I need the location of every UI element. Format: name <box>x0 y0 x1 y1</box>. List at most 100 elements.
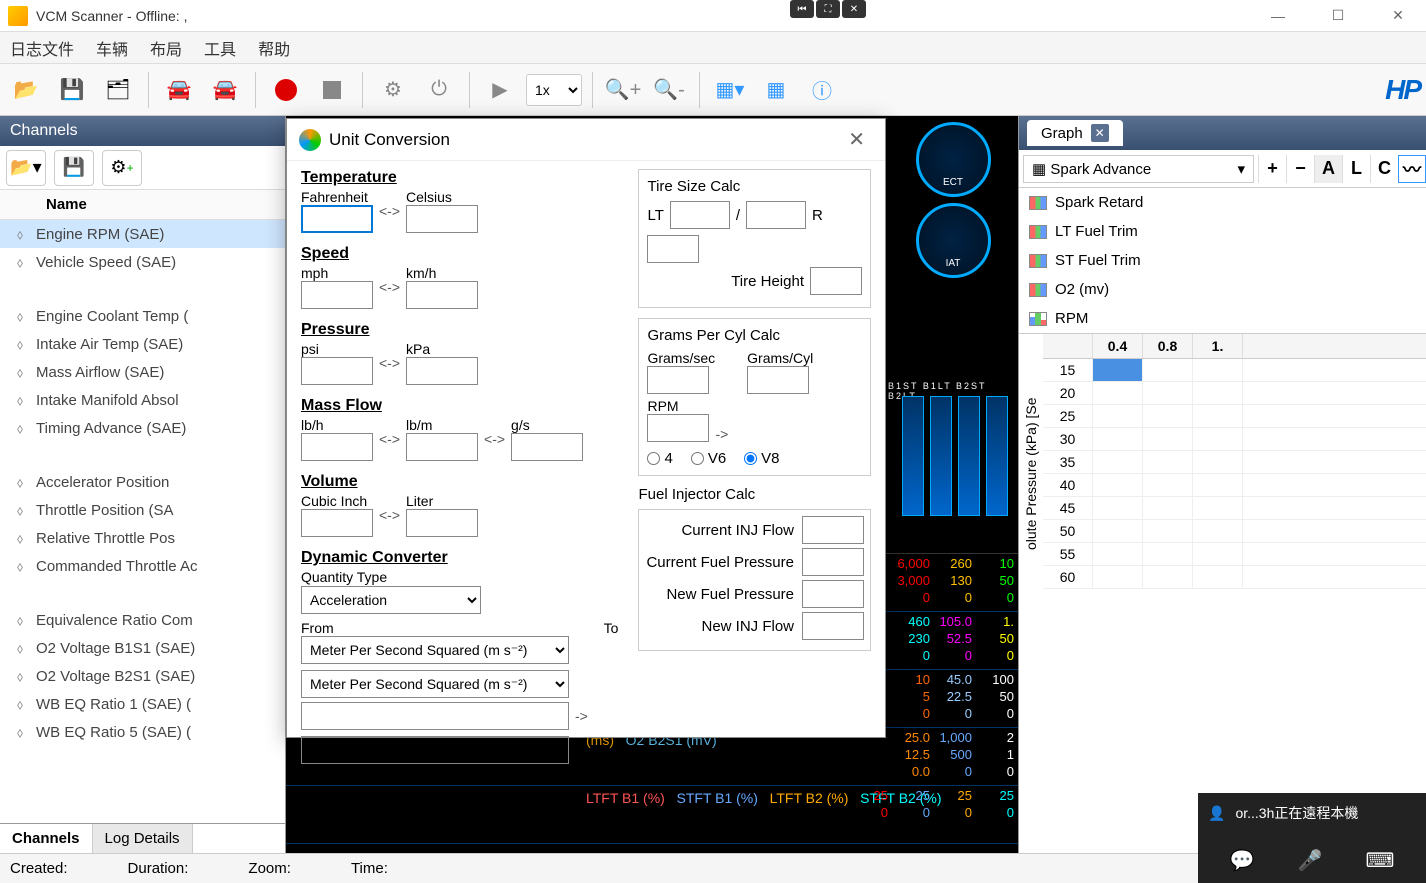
dialog-close-button[interactable]: ✕ <box>840 127 873 152</box>
layout-button-1[interactable]: ▦▾ <box>710 70 750 110</box>
layout-button-2[interactable]: ▦ <box>756 70 796 110</box>
grid-cell[interactable] <box>1193 497 1243 519</box>
grid-cell[interactable] <box>1093 359 1143 381</box>
grid-cell[interactable] <box>1093 543 1143 565</box>
kmh-input[interactable] <box>406 281 478 309</box>
new-fuel-pressure-input[interactable] <box>802 580 864 608</box>
channel-item[interactable]: ⬨O2 Voltage B1S1 (SAE) <box>0 634 285 662</box>
grid-cell[interactable]: 45 <box>1043 497 1093 519</box>
channel-item[interactable]: ⬨Engine RPM (SAE) <box>0 220 285 248</box>
mic-icon[interactable]: 🎤 <box>1298 848 1323 873</box>
channel-item[interactable]: ⬨Equivalence Ratio Com <box>0 606 285 634</box>
grid-col-header[interactable]: 0.8 <box>1143 334 1193 358</box>
overlay-btn-3[interactable]: ✕ <box>842 0 866 18</box>
channel-item[interactable]: ⬨Intake Manifold Absol <box>0 386 285 414</box>
channel-item[interactable]: ⬨Accelerator Position <box>0 468 285 496</box>
grid-cell[interactable]: 15 <box>1043 359 1093 381</box>
grid-cell[interactable] <box>1193 566 1243 588</box>
stop-button[interactable] <box>312 70 352 110</box>
channel-item[interactable]: ⬨Intake Air Temp (SAE) <box>0 330 285 358</box>
dialog-titlebar[interactable]: Unit Conversion ✕ <box>287 119 885 161</box>
minimize-button[interactable]: — <box>1258 2 1298 30</box>
graph-a-button[interactable]: A <box>1314 155 1342 183</box>
grams-sec-input[interactable] <box>647 366 709 394</box>
channels-open-button[interactable]: 📂▾ <box>6 150 46 186</box>
series-item[interactable]: LT Fuel Trim <box>1019 217 1426 246</box>
graph-tab-close-icon[interactable]: ✕ <box>1091 124 1109 142</box>
channels-col-name[interactable]: Name <box>46 196 87 213</box>
grid-cell[interactable]: 25 <box>1043 405 1093 427</box>
psi-input[interactable] <box>301 357 373 385</box>
grid-row[interactable]: 25 <box>1043 405 1426 428</box>
grid-cell[interactable] <box>1093 405 1143 427</box>
channel-item[interactable]: ⬨Relative Throttle Pos <box>0 524 285 552</box>
grid-cell[interactable] <box>1143 405 1193 427</box>
cyl-v8-radio[interactable]: V8 <box>744 450 779 467</box>
grid-row[interactable]: 55 <box>1043 543 1426 566</box>
overlay-btn-1[interactable]: ⏮ <box>790 0 814 18</box>
grams-cyl-output[interactable] <box>747 366 809 394</box>
new-inj-flow-output[interactable] <box>802 612 864 640</box>
menu-tools[interactable]: 工具 <box>204 36 236 60</box>
graph-series-select[interactable]: ▦ Spark Advance▾ <box>1023 155 1254 183</box>
grid-cell[interactable] <box>1093 474 1143 496</box>
menu-help[interactable]: 帮助 <box>258 36 290 60</box>
current-inj-flow-input[interactable] <box>802 516 864 544</box>
grid-cell[interactable] <box>1143 474 1193 496</box>
channel-item[interactable]: ⬨Mass Airflow (SAE) <box>0 358 285 386</box>
tire-ratio-input[interactable] <box>746 201 806 229</box>
graph-row[interactable]: LTFT B1 (%) STFT B1 (%) LTFT B2 (%) STFT… <box>286 786 1018 844</box>
to-unit-select[interactable]: Meter Per Second Squared (m s⁻²) <box>301 670 569 698</box>
chat-icon[interactable]: 💬 <box>1230 848 1255 873</box>
grid-cell[interactable] <box>1143 543 1193 565</box>
mph-input[interactable] <box>301 281 373 309</box>
quantity-type-select[interactable]: Acceleration <box>301 586 481 614</box>
zoom-out-button[interactable]: 🔍- <box>649 70 689 110</box>
grid-cell[interactable]: 30 <box>1043 428 1093 450</box>
grid-cell[interactable]: 55 <box>1043 543 1093 565</box>
channel-item[interactable]: ⬨Vehicle Speed (SAE) <box>0 248 285 276</box>
lbh-input[interactable] <box>301 433 373 461</box>
tab-channels[interactable]: Channels <box>0 824 93 853</box>
convert-from-input[interactable] <box>301 702 569 730</box>
grid-cell[interactable] <box>1193 543 1243 565</box>
play-button[interactable]: ▶ <box>480 70 520 110</box>
grid-row[interactable]: 45 <box>1043 497 1426 520</box>
cyl-4-radio[interactable]: 4 <box>647 450 672 467</box>
grid-cell[interactable] <box>1093 520 1143 542</box>
grid-cell[interactable] <box>1143 382 1193 404</box>
close-button[interactable]: ✕ <box>1378 2 1418 30</box>
kpa-input[interactable] <box>406 357 478 385</box>
keyboard-icon[interactable]: ⌨ <box>1366 848 1395 873</box>
info-button[interactable]: ⓘ <box>802 70 842 110</box>
grid-body[interactable]: 15202530354045505560 <box>1043 359 1426 589</box>
series-item[interactable]: RPM <box>1019 304 1426 333</box>
channels-save-button[interactable]: 💾 <box>54 150 94 186</box>
grid-cell[interactable]: 40 <box>1043 474 1093 496</box>
grid-col-header[interactable] <box>1043 334 1093 358</box>
grid-cell[interactable] <box>1143 359 1193 381</box>
maximize-button[interactable]: ☐ <box>1318 2 1358 30</box>
vehicle-front-button[interactable]: 🚘 <box>159 70 199 110</box>
grid-cell[interactable] <box>1193 451 1243 473</box>
grid-cell[interactable] <box>1093 382 1143 404</box>
power-button[interactable]: ⏻ <box>419 70 459 110</box>
grid-cell[interactable]: 50 <box>1043 520 1093 542</box>
menu-logfile[interactable]: 日志文件 <box>10 36 74 60</box>
grid-row[interactable]: 50 <box>1043 520 1426 543</box>
tire-lt-input[interactable] <box>670 201 730 229</box>
grid-cell[interactable] <box>1093 566 1143 588</box>
grid-col-header[interactable]: 0.4 <box>1093 334 1143 358</box>
channel-item[interactable]: ⬨Commanded Throttle Ac <box>0 552 285 580</box>
menu-layout[interactable]: 布局 <box>150 36 182 60</box>
channel-item[interactable]: ⬨Timing Advance (SAE) <box>0 414 285 442</box>
graph-add-button[interactable]: + <box>1258 155 1286 183</box>
channels-list[interactable]: ⬨Engine RPM (SAE)⬨Vehicle Speed (SAE)⬨En… <box>0 220 285 823</box>
vehicle-rear-button[interactable]: 🚘 <box>205 70 245 110</box>
lbm-input[interactable] <box>406 433 478 461</box>
cyl-v6-radio[interactable]: V6 <box>691 450 726 467</box>
grid-cell[interactable] <box>1093 497 1143 519</box>
engine-button[interactable]: ⚙ <box>373 70 413 110</box>
tab-log-details[interactable]: Log Details <box>93 824 193 853</box>
grid-row[interactable]: 30 <box>1043 428 1426 451</box>
